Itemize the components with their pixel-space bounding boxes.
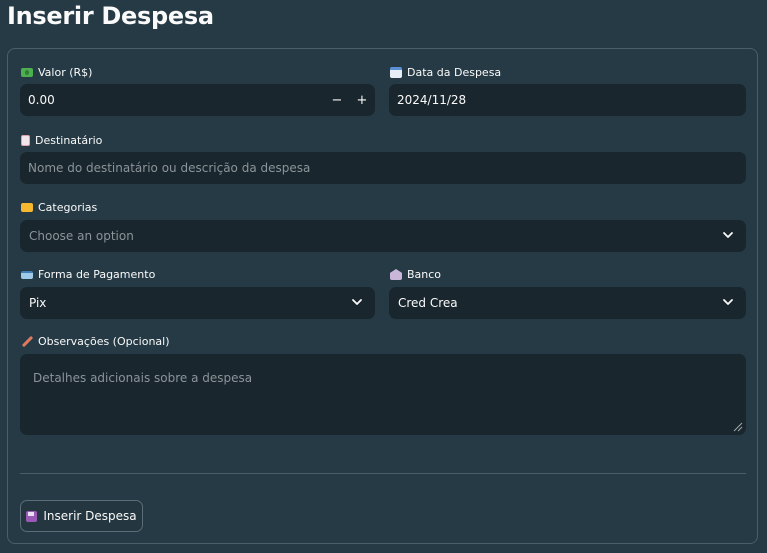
chevron-down-icon [723,299,733,305]
forma-pagamento-label: Forma de Pagamento [21,268,155,281]
destinatario-label-text: Destinatário [35,134,103,147]
banco-value: Cred Crea [398,296,458,310]
credit-card-icon [21,270,33,279]
forma-pagamento-label-text: Forma de Pagamento [38,268,156,281]
valor-input[interactable]: 0.00 − + [20,84,375,116]
floppy-disk-icon [26,510,38,522]
increment-button[interactable]: + [350,84,374,116]
form-divider [20,473,746,474]
decrement-button[interactable]: − [325,84,349,116]
data-label: Data da Despesa [390,66,501,79]
observacoes-label-text: Observações (Opcional) [38,335,170,348]
categorias-label-text: Categorias [38,201,98,214]
chevron-down-icon [723,232,733,238]
observacoes-label: Observações (Opcional) [21,335,170,348]
destinatario-input[interactable]: Nome do destinatário ou descrição da des… [20,152,746,184]
folder-icon [21,203,33,212]
categorias-label: Categorias [21,201,97,214]
observacoes-textarea[interactable]: Detalhes adicionais sobre a despesa [20,354,746,435]
banco-select[interactable]: Cred Crea [389,287,746,319]
forma-pagamento-value: Pix [29,296,47,310]
valor-value: 0.00 [28,93,55,107]
categorias-select[interactable]: Choose an option [20,220,746,252]
categorias-placeholder: Choose an option [29,229,134,243]
banco-label-text: Banco [407,268,442,281]
destinatario-label: Destinatário [21,134,102,147]
data-label-text: Data da Despesa [407,66,502,79]
page-title: Inserir Despesa [7,2,214,30]
data-input[interactable]: 2024/11/28 [389,84,746,116]
money-icon [21,68,33,77]
valor-label-text: Valor (R$) [38,66,93,79]
calendar-icon [390,67,402,78]
expense-form: Valor (R$) 0.00 − + Data da Despesa 2024… [7,48,758,544]
forma-pagamento-select[interactable]: Pix [20,287,375,319]
banco-label: Banco [390,268,441,281]
submit-label: Inserir Despesa [43,509,137,523]
pencil-icon [21,335,34,348]
data-value: 2024/11/28 [397,93,467,107]
valor-label: Valor (R$) [21,66,92,79]
destinatario-placeholder: Nome do destinatário ou descrição da des… [28,161,311,175]
bank-icon [390,269,402,280]
chevron-down-icon [352,299,362,305]
observacoes-placeholder: Detalhes adicionais sobre a despesa [33,371,253,385]
resize-handle-icon[interactable] [733,422,743,432]
document-icon [21,135,30,146]
inserir-despesa-button[interactable]: Inserir Despesa [20,500,143,532]
